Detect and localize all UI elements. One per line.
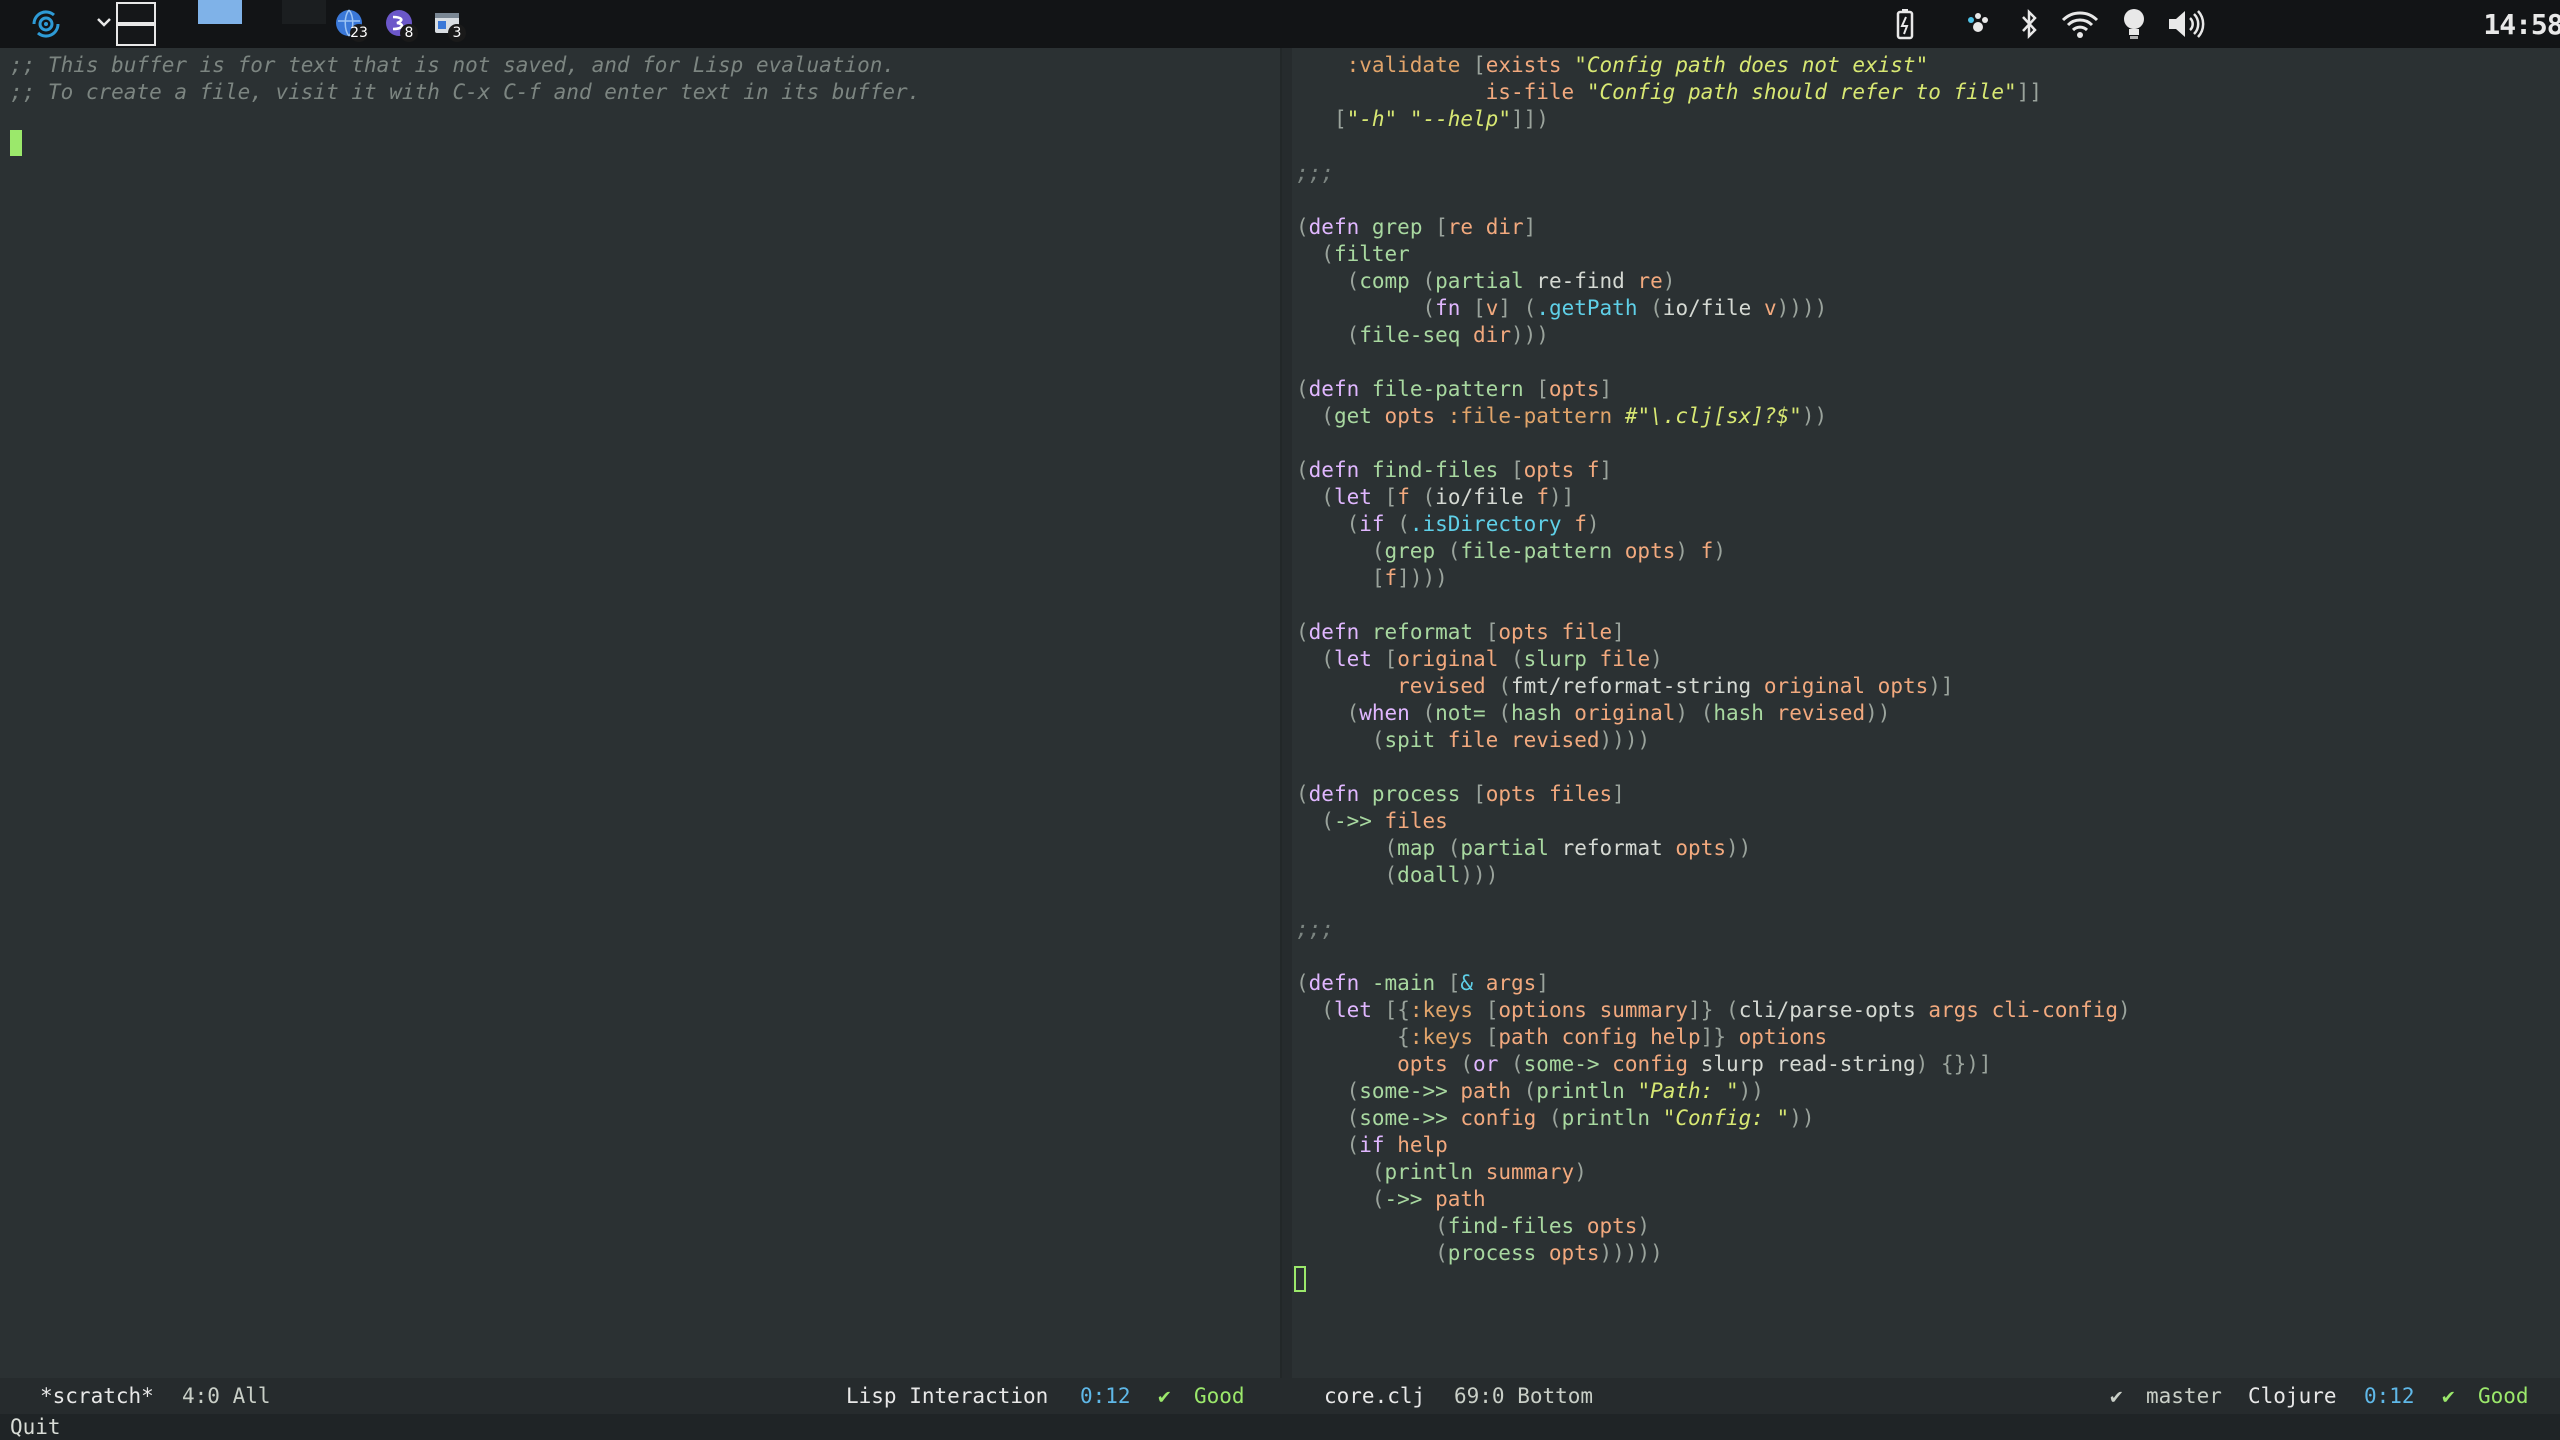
paw-icon[interactable] <box>1960 6 1996 42</box>
vc-check-icon: ✔ <box>2110 1384 2123 1408</box>
modeline-status: Good <box>2478 1384 2529 1408</box>
workspace-3[interactable] <box>282 0 326 24</box>
check-icon: ✔ <box>2442 1384 2455 1408</box>
modeline-buffer-name[interactable]: *scratch* <box>40 1378 154 1414</box>
globe-app-icon[interactable]: 23 <box>334 8 368 42</box>
text-cursor-inactive <box>1294 1266 1306 1292</box>
right-fringe <box>1282 48 1292 1378</box>
minibuffer-message: Quit <box>10 1415 61 1439</box>
task-badge-count: 23 <box>350 24 368 42</box>
core-clj-buffer-pane[interactable]: :validate [exists "Config path does not … <box>1292 48 2560 1378</box>
scratch-comment-line-1: ;; This buffer is for text that is not s… <box>10 53 896 77</box>
clojure-source-code[interactable]: :validate [exists "Config path does not … <box>1296 52 2131 1267</box>
task-badge-count: 8 <box>400 24 418 42</box>
workspace-1-bottom[interactable] <box>116 24 156 46</box>
bluetooth-icon[interactable] <box>2014 6 2044 42</box>
scratch-buffer-pane[interactable]: ;; This buffer is for text that is not s… <box>0 48 1280 1378</box>
modeline-buffer-name[interactable]: core.clj <box>1324 1378 1425 1414</box>
clock[interactable]: 14:58 <box>2483 6 2560 42</box>
scratch-comment-line-2: ;; To create a file, visit it with C-x C… <box>10 80 921 104</box>
task-badge-count: 3 <box>448 24 466 42</box>
modeline-vc-branch[interactable]: master <box>2146 1378 2222 1414</box>
window-app-icon[interactable]: 3 <box>432 8 466 42</box>
modeline-position: 69:0 Bottom <box>1454 1384 1594 1408</box>
battery-icon[interactable] <box>1890 6 1920 42</box>
modeline-time: 0:12 <box>1080 1384 1131 1408</box>
workspace-1-top[interactable] <box>116 2 156 24</box>
volume-icon[interactable] <box>2164 6 2208 42</box>
check-icon: ✔ <box>1158 1384 1171 1408</box>
modeline-right: core.clj 69:0 Bottom ✔ master Clojure 0:… <box>1280 1378 2560 1414</box>
chevron-down-icon[interactable] <box>96 14 112 30</box>
stylized-swirl-logo-icon[interactable] <box>30 8 62 40</box>
modeline-time: 0:12 <box>2364 1384 2415 1408</box>
wifi-icon[interactable] <box>2058 6 2102 42</box>
workspace-2-active[interactable] <box>198 0 242 24</box>
top-panel: 23 8 3 14:58 <box>0 0 2560 48</box>
modeline-major-mode[interactable]: Clojure <box>2248 1378 2337 1414</box>
minibuffer[interactable]: Quit <box>0 1414 2560 1440</box>
lightbulb-icon[interactable] <box>2116 6 2152 42</box>
modeline-position: 4:0 All <box>182 1384 271 1408</box>
modeline-major-mode[interactable]: Lisp Interaction <box>846 1378 1048 1414</box>
modeline-status: Good <box>1194 1384 1245 1408</box>
text-cursor-active <box>10 130 22 156</box>
modeline-left: *scratch* 4:0 All Lisp Interaction 0:12 … <box>0 1378 1280 1414</box>
emacs-app-icon[interactable]: 8 <box>384 8 418 42</box>
